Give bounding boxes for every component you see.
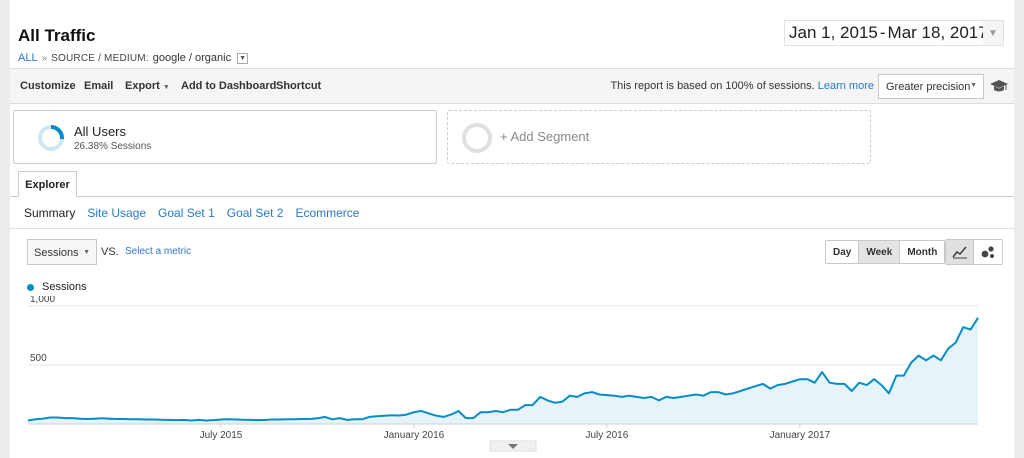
graduation-cap-icon[interactable] bbox=[990, 78, 1008, 94]
sampling-note: This report is based on 100% of sessions… bbox=[610, 80, 874, 92]
subtab-goal-set-2[interactable]: Goal Set 2 bbox=[227, 206, 284, 220]
add-to-dashboard-button[interactable]: Add to Dashboard bbox=[181, 80, 276, 92]
sampling-note-text: This report is based on 100% of sessions… bbox=[610, 80, 815, 92]
chevron-down-icon: ▼ bbox=[162, 84, 170, 91]
segment-all-users[interactable]: All Users 26.38% Sessions bbox=[13, 110, 437, 164]
chart-view-toggle bbox=[945, 239, 1003, 265]
bubble-chart-icon bbox=[981, 246, 994, 258]
segment-donut-icon bbox=[38, 125, 64, 151]
email-button[interactable]: Email bbox=[84, 80, 113, 92]
period-day-button[interactable]: Day bbox=[826, 241, 860, 263]
subtab-summary[interactable]: Summary bbox=[24, 206, 75, 220]
tab-explorer[interactable]: Explorer bbox=[18, 171, 77, 197]
export-button[interactable]: Export ▼ bbox=[125, 80, 170, 92]
add-segment-button[interactable]: + Add Segment bbox=[447, 110, 871, 164]
date-range-separator: - bbox=[879, 23, 886, 42]
tab-divider bbox=[10, 196, 1014, 197]
y-tick-label: 500 bbox=[30, 353, 47, 364]
export-label: Export bbox=[125, 80, 160, 92]
segment-name: All Users bbox=[74, 124, 127, 139]
sessions-area bbox=[28, 317, 978, 424]
y-tick-label: 1,000 bbox=[30, 296, 55, 305]
section-divider bbox=[10, 228, 1014, 229]
breadcrumb-root-link[interactable]: ALL bbox=[18, 52, 38, 64]
select-metric-link[interactable]: Select a metric bbox=[125, 246, 191, 257]
subtab-ecommerce[interactable]: Ecommerce bbox=[295, 206, 359, 220]
period-toggle: Day Week Month bbox=[825, 240, 946, 264]
breadcrumb-separator: » bbox=[41, 52, 48, 64]
chevron-down-icon[interactable]: ▼ bbox=[983, 21, 1003, 45]
vs-label: VS. bbox=[101, 246, 119, 258]
line-chart-view-button[interactable] bbox=[946, 240, 974, 264]
report-page: All Traffic ALL » SOURCE / MEDIUM: googl… bbox=[10, 0, 1014, 458]
segment-sessions-share: 26.38% Sessions bbox=[74, 141, 152, 152]
chevron-down-icon: ▼ bbox=[970, 82, 977, 89]
breadcrumb-dimension: SOURCE / MEDIUM: bbox=[51, 52, 149, 64]
report-toolbar: Customize Email Export ▼ Add to Dashboar… bbox=[10, 68, 1014, 104]
metric-select[interactable]: Sessions ▼ bbox=[27, 239, 97, 265]
date-range-end: Mar 18, 2017 bbox=[887, 23, 988, 42]
chart-legend: Sessions bbox=[27, 281, 87, 293]
customize-button[interactable]: Customize bbox=[20, 80, 76, 92]
period-week-button[interactable]: Week bbox=[859, 241, 901, 263]
precision-value: Greater precision bbox=[886, 81, 971, 93]
legend-sessions-swatch bbox=[27, 283, 34, 291]
add-segment-label: + Add Segment bbox=[500, 129, 590, 144]
date-range-picker[interactable]: Jan 1, 2015 - Mar 18, 2017 ▼ bbox=[784, 20, 1004, 46]
x-tick-label: January 2017 bbox=[770, 430, 831, 441]
metric-selected: Sessions bbox=[34, 247, 79, 259]
explorer-subtabs: Summary Site Usage Goal Set 1 Goal Set 2… bbox=[24, 206, 359, 220]
breadcrumb: ALL » SOURCE / MEDIUM: google / organic … bbox=[18, 52, 249, 64]
shortcut-button[interactable]: Shortcut bbox=[276, 80, 321, 92]
chevron-down-icon: ▼ bbox=[83, 249, 90, 256]
subtab-site-usage[interactable]: Site Usage bbox=[87, 206, 146, 220]
learn-more-link[interactable]: Learn more bbox=[818, 80, 874, 92]
segment-placeholder-icon bbox=[462, 123, 492, 153]
x-tick-label: July 2015 bbox=[200, 430, 243, 441]
line-chart-icon bbox=[951, 246, 967, 259]
subtab-goal-set-1[interactable]: Goal Set 1 bbox=[158, 206, 215, 220]
breadcrumb-dropdown-button[interactable]: ▼ bbox=[237, 52, 249, 64]
chevron-down-icon: ▼ bbox=[239, 54, 247, 62]
x-tick-label: July 2016 bbox=[586, 430, 629, 441]
legend-sessions-label: Sessions bbox=[42, 281, 87, 293]
x-tick-label: January 2016 bbox=[384, 430, 445, 441]
page-title: All Traffic bbox=[18, 26, 96, 45]
motion-chart-view-button[interactable] bbox=[974, 240, 1002, 264]
breadcrumb-value: google / organic bbox=[152, 52, 232, 64]
period-month-button[interactable]: Month bbox=[900, 241, 945, 263]
sessions-chart[interactable]: 1,000 500 July 2015 January 2016 July 2016 Ja… bbox=[10, 296, 1014, 458]
precision-select[interactable]: Greater precision ▼ bbox=[878, 74, 984, 99]
date-range-start: Jan 1, 2015 bbox=[789, 23, 878, 42]
